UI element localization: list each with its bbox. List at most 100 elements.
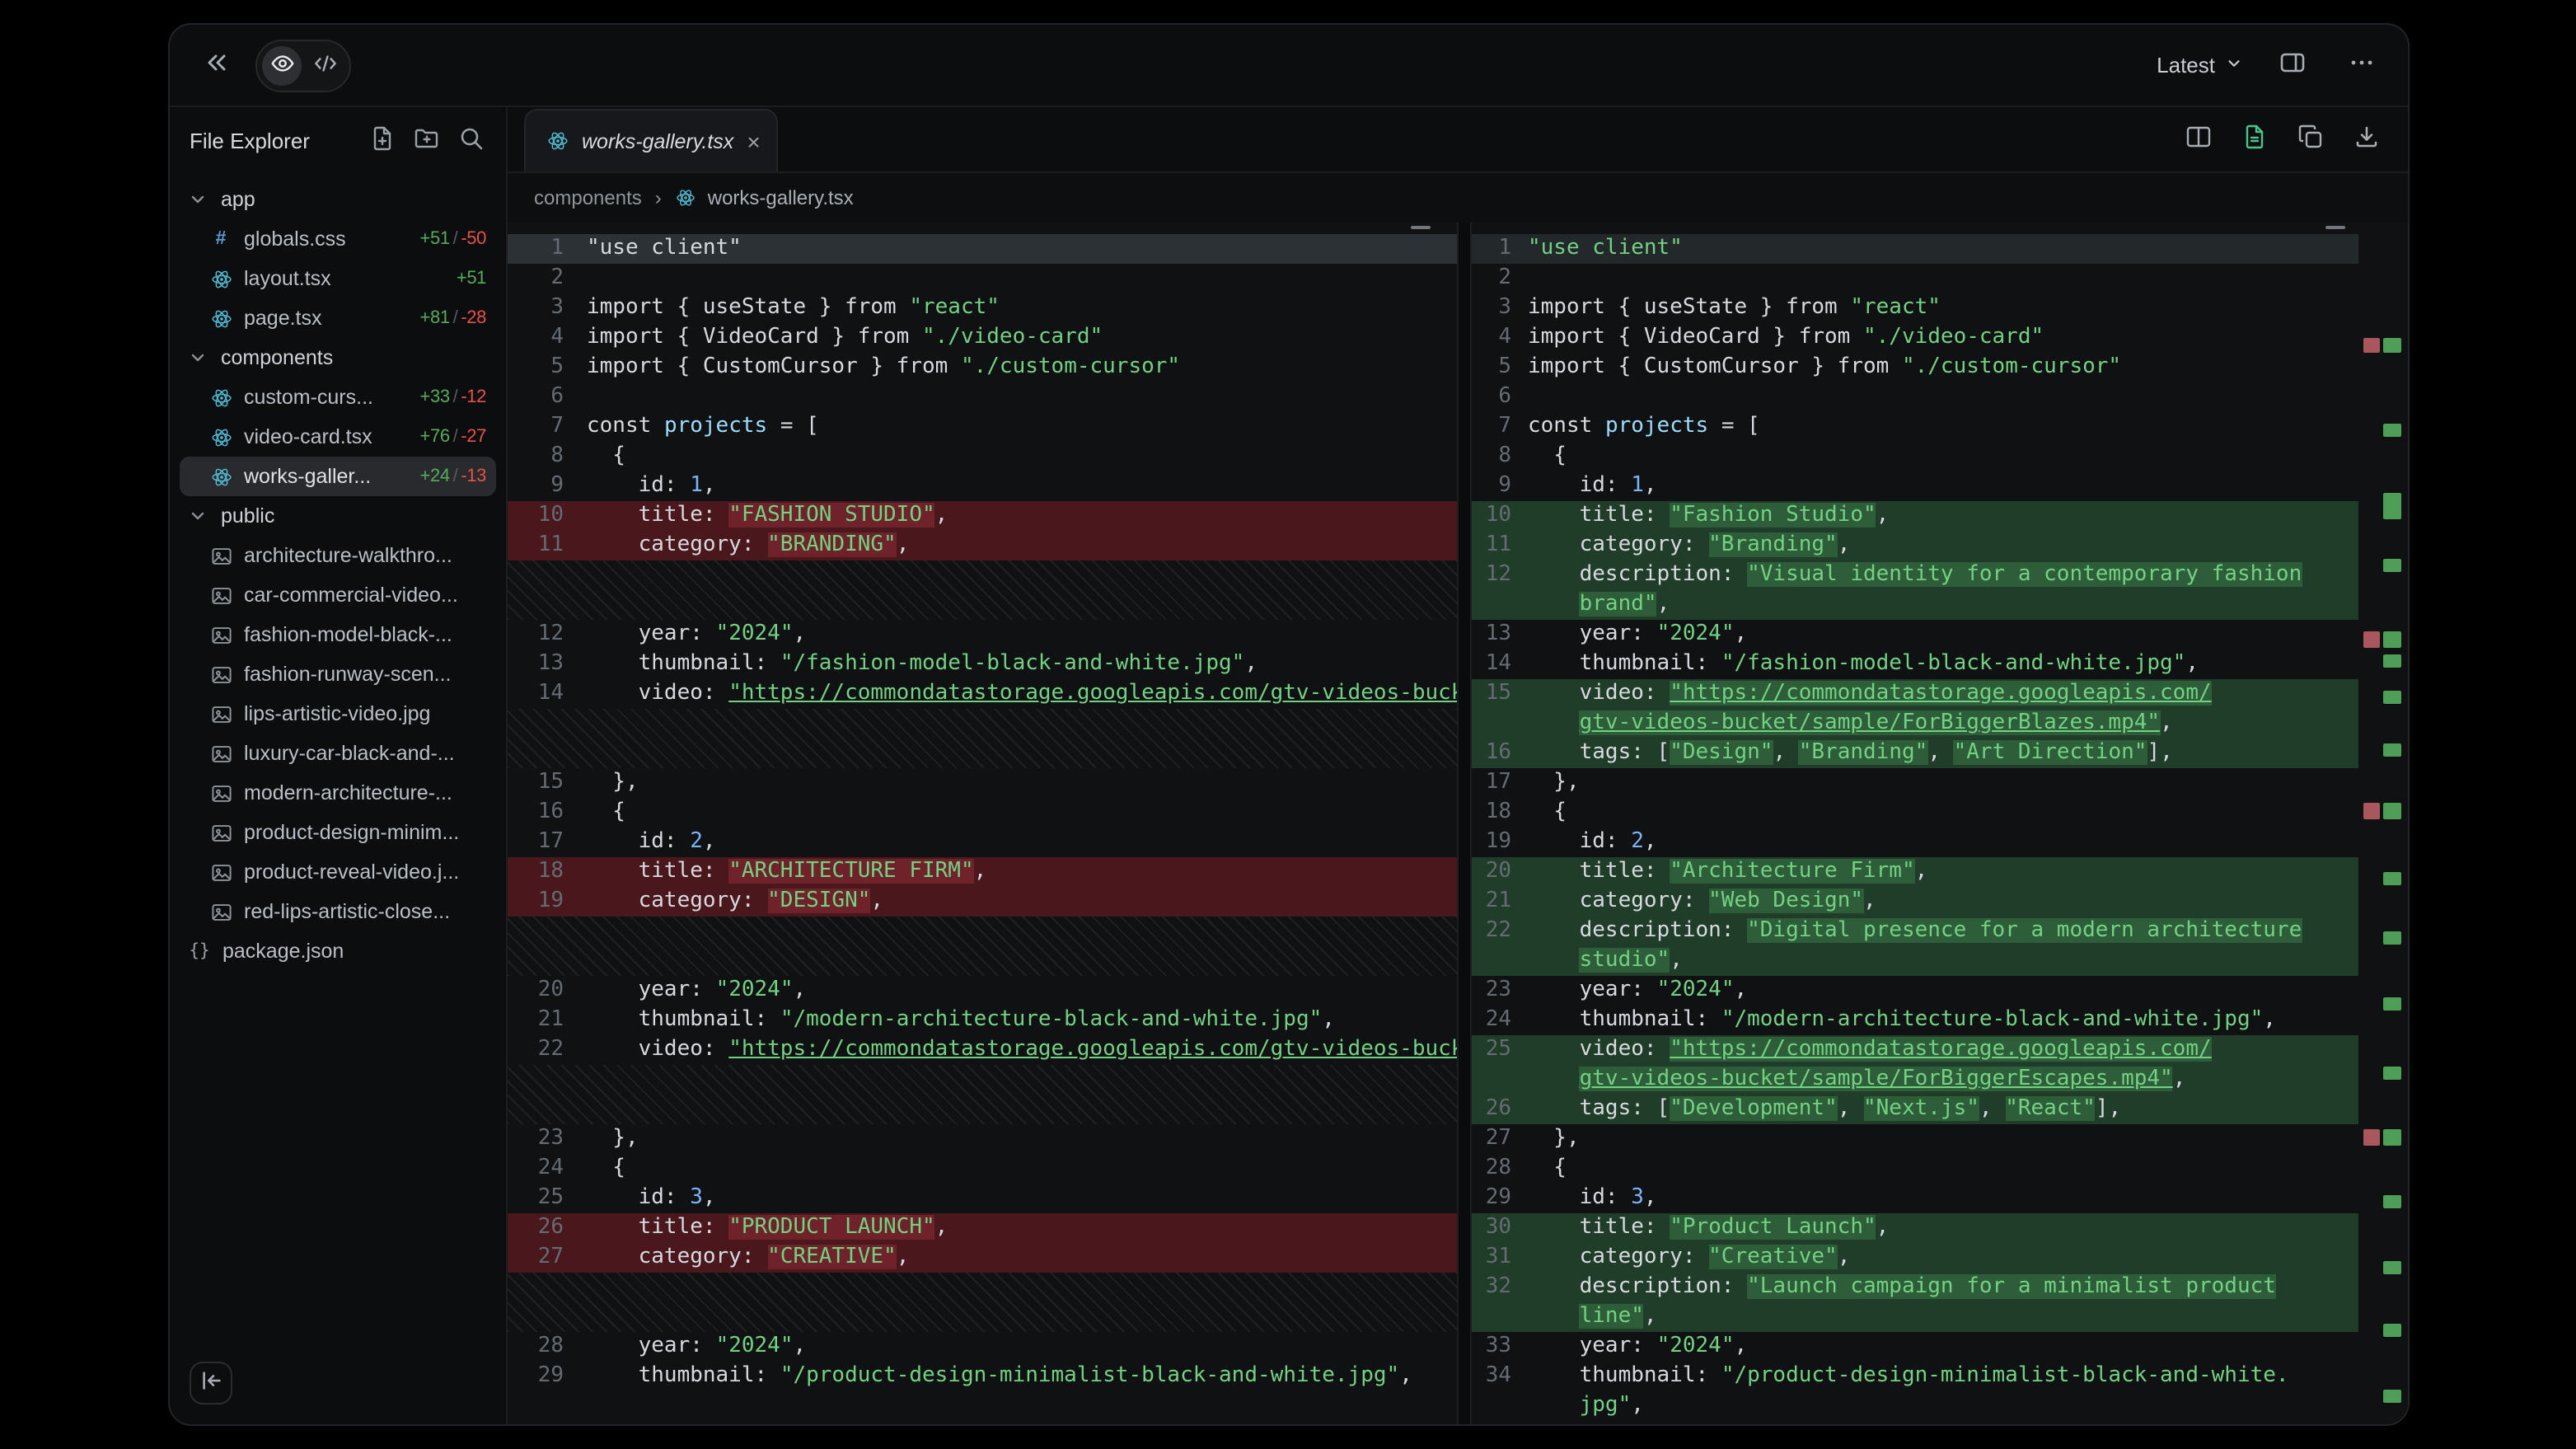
tree-item-fashion-model-black[interactable]: fashion-model-black-... (180, 615, 496, 654)
tree-item-components[interactable]: components (180, 338, 496, 377)
file-name: components (221, 346, 486, 369)
line-number: 5 (508, 353, 564, 382)
collapse-panel-button[interactable] (190, 1362, 232, 1404)
code-line: 6 (508, 382, 1457, 412)
deletion-mark (2363, 631, 2380, 648)
version-label: Latest (2157, 53, 2215, 77)
code-line: 20 year: "2024", (508, 976, 1457, 1006)
code-line: 27 }, (1472, 1124, 2358, 1154)
version-dropdown[interactable]: Latest (2157, 53, 2243, 77)
tree-item-lips-artistic-video-jpg[interactable]: lips-artistic-video.jpg (180, 694, 496, 734)
image-file-icon (209, 545, 232, 566)
line-number: 18 (508, 857, 564, 887)
fold-indicator[interactable] (1411, 226, 1431, 229)
eye-icon (269, 50, 294, 80)
deletion-mark (2363, 803, 2380, 819)
download-button[interactable] (2352, 124, 2382, 154)
code-toggle-button[interactable] (305, 45, 344, 85)
code-line: 24 thumbnail: "/modern-architecture-blac… (1472, 1006, 2358, 1035)
collapse-left-icon (199, 1368, 223, 1398)
line-number: 19 (508, 887, 564, 917)
top-bar-right: Latest (2157, 45, 2382, 85)
line-number: 23 (1472, 976, 1511, 1006)
code-line: jpg", (1472, 1391, 2358, 1421)
css-file-icon: # (209, 229, 232, 249)
code-line: 19 category: "DESIGN", (508, 887, 1457, 917)
search-icon (458, 124, 485, 156)
tree-item-works-galler[interactable]: works-galler...+24/-13 (180, 457, 496, 496)
tree-item-fashion-runway-scen[interactable]: fashion-runway-scen... (180, 654, 496, 694)
tree-item-page-tsx[interactable]: page.tsx+81/-28 (180, 298, 496, 338)
tree-item-luxury-car-black-and[interactable]: luxury-car-black-and-... (180, 734, 496, 773)
line-number: 26 (1472, 1095, 1511, 1124)
addition-mark (2383, 631, 2401, 648)
new-folder-button[interactable] (412, 125, 442, 155)
copy-button[interactable] (2296, 124, 2325, 154)
formatted-view-button[interactable] (2240, 124, 2269, 154)
code-line: 9 id: 1, (508, 471, 1457, 501)
tree-item-car-commercial-video[interactable]: car-commercial-video... (180, 575, 496, 615)
breadcrumb-file-label: works-gallery.tsx (708, 186, 854, 209)
code-line: 13 thumbnail: "/fashion-model-black-and-… (508, 649, 1457, 679)
line-number: 12 (1472, 560, 1511, 590)
more-options-button[interactable] (2342, 45, 2382, 85)
diff-overview-ruler[interactable] (2358, 223, 2408, 1424)
addition-mark (2383, 1067, 2401, 1080)
tree-item-red-lips-artistic-close[interactable]: red-lips-artistic-close... (180, 892, 496, 931)
addition-mark (2383, 1324, 2401, 1337)
line-number: 3 (508, 293, 564, 323)
addition-mark (2383, 997, 2401, 1011)
code-line: 6 (1472, 382, 2358, 412)
line-number: 8 (508, 442, 564, 471)
breadcrumb-file[interactable]: works-gallery.tsx (675, 186, 854, 209)
collapse-sidebar-button[interactable] (196, 45, 236, 85)
react-file-icon (209, 268, 232, 289)
code-line: 5import { CustomCursor } from "./custom-… (508, 353, 1457, 382)
tree-item-package-json[interactable]: {}package.json (180, 931, 496, 971)
tree-item-product-design-minim[interactable]: product-design-minim... (180, 813, 496, 852)
tree-item-public[interactable]: public (180, 496, 496, 536)
breadcrumb-folder[interactable]: components (534, 186, 642, 209)
app-body: File Explorer (170, 107, 2408, 1424)
line-number: 6 (508, 382, 564, 412)
tab-label: works-gallery.tsx (582, 129, 733, 152)
new-file-button[interactable] (368, 125, 397, 155)
tree-item-video-card-tsx[interactable]: video-card.tsx+76/-27 (180, 417, 496, 457)
code-line: 26 title: "PRODUCT LAUNCH", (508, 1213, 1457, 1243)
new-folder-icon (414, 124, 440, 156)
tree-item-modern-architecture[interactable]: modern-architecture-... (180, 773, 496, 813)
line-number: 29 (1472, 1184, 1511, 1213)
pane-divider[interactable] (1457, 223, 1472, 1424)
line-number: 10 (508, 501, 564, 531)
formatted-file-icon (2241, 124, 2268, 155)
tree-item-layout-tsx[interactable]: layout.tsx+51 (180, 259, 496, 298)
tree-item-app[interactable]: app (180, 180, 496, 219)
tree-item-custom-curs[interactable]: custom-curs...+33/-12 (180, 377, 496, 417)
diff-stat-badge: +76/-27 (420, 427, 486, 447)
tree-item-product-reveal-video-j[interactable]: product-reveal-video.j... (180, 852, 496, 892)
code-line: 1"use client" (1472, 234, 2358, 264)
close-tab-icon[interactable]: × (747, 129, 760, 152)
addition-mark (2383, 338, 2401, 353)
fold-indicator[interactable] (2325, 226, 2345, 229)
diff-pane-original[interactable]: 1"use client"23import { useState } from … (508, 223, 1457, 1424)
preview-toggle-button[interactable] (262, 45, 302, 85)
tree-item-globals-css[interactable]: #globals.css+51/-50 (180, 219, 496, 259)
tree-item-architecture-walkthro[interactable]: architecture-walkthro... (180, 536, 496, 575)
line-number: 25 (1472, 1035, 1511, 1065)
diff-stat-badge: +51 (457, 269, 486, 288)
code-line: gtv-videos-bucket/sample/ForBiggerBlazes… (1472, 709, 2358, 739)
split-editor-button[interactable] (2184, 124, 2213, 154)
layout-panel-button[interactable] (2273, 45, 2312, 85)
code-line: 10 title: "Fashion Studio", (1472, 501, 2358, 531)
search-button[interactable] (457, 125, 486, 155)
image-file-icon (209, 861, 232, 883)
line-number: 11 (508, 531, 564, 560)
line-number: 20 (1472, 857, 1511, 887)
editor-main: works-gallery.tsx × (508, 107, 2408, 1424)
line-number (1472, 946, 1511, 976)
code-line: 23 }, (508, 1124, 1457, 1154)
diff-pane-modified[interactable]: 1"use client"23import { useState } from … (1472, 223, 2358, 1424)
code-line: 13 year: "2024", (1472, 620, 2358, 649)
tab-works-gallery[interactable]: works-gallery.tsx × (524, 109, 779, 171)
